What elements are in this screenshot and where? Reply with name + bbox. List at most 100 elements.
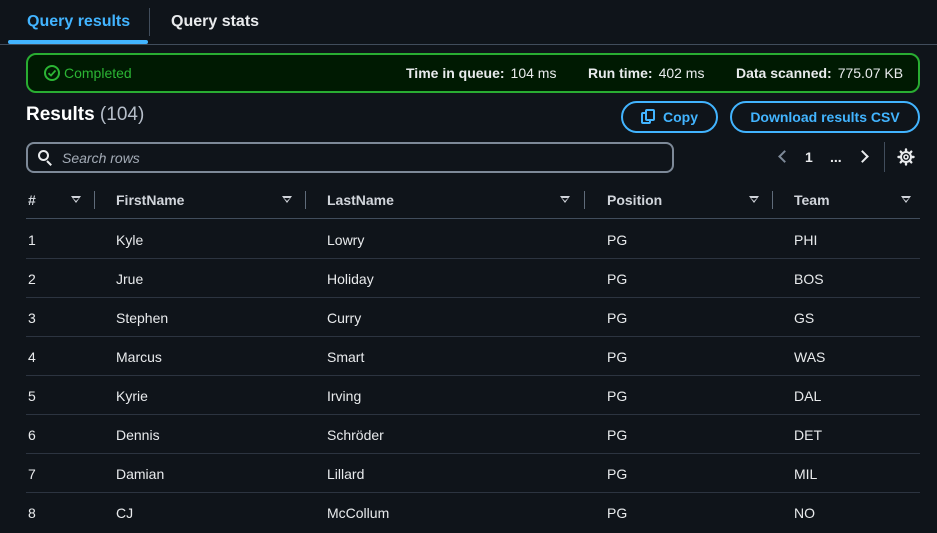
table-header: # FirstName LastName Position Team xyxy=(26,181,920,219)
data-scanned-label: Data scanned: xyxy=(736,65,832,81)
cell-firstname: Stephen xyxy=(116,310,169,326)
cell-firstname: Damian xyxy=(116,466,165,482)
table-row: 4 Marcus Smart PG WAS xyxy=(26,337,920,376)
cell-index: 1 xyxy=(28,232,36,248)
search-input[interactable] xyxy=(62,144,662,171)
cell-index: 5 xyxy=(28,388,36,404)
cell-index: 2 xyxy=(28,271,36,287)
cell-lastname: Lillard xyxy=(327,466,365,482)
cell-firstname: Dennis xyxy=(116,427,160,443)
sort-icon[interactable] xyxy=(749,196,759,203)
results-count: (104) xyxy=(99,104,145,125)
gear-icon xyxy=(897,148,915,166)
run-time-value: 402 ms xyxy=(658,65,705,81)
cell-team: GS xyxy=(794,310,815,326)
status-text: Completed xyxy=(64,65,132,81)
column-header-index[interactable]: # xyxy=(28,181,36,219)
cell-position: PG xyxy=(607,349,628,365)
search-icon xyxy=(38,150,52,166)
cell-index: 4 xyxy=(28,349,36,365)
cell-firstname: CJ xyxy=(116,505,134,521)
column-resizer[interactable] xyxy=(305,191,306,209)
cell-position: PG xyxy=(607,427,628,443)
sort-icon[interactable] xyxy=(901,196,911,203)
cell-lastname: Holiday xyxy=(327,271,374,287)
copy-button-label: Copy xyxy=(663,109,698,125)
cell-team: BOS xyxy=(794,271,824,287)
column-header-team[interactable]: Team xyxy=(794,181,830,219)
active-tab-indicator xyxy=(8,40,148,44)
data-scanned: Data scanned: 775.07 KB xyxy=(736,55,903,91)
copy-button[interactable]: Copy xyxy=(621,101,718,133)
cell-lastname: Smart xyxy=(327,349,365,365)
column-resizer[interactable] xyxy=(772,191,773,209)
current-page[interactable]: 1 xyxy=(805,146,813,168)
table-row: 7 Damian Lillard PG MIL xyxy=(26,454,920,493)
cell-position: PG xyxy=(607,232,628,248)
preferences-divider xyxy=(884,142,885,172)
table-row: 5 Kyrie Irving PG DAL xyxy=(26,376,920,415)
page-ellipsis: ... xyxy=(830,149,842,165)
cell-firstname: Jrue xyxy=(116,271,144,287)
sort-icon[interactable] xyxy=(560,196,570,203)
cell-team: PHI xyxy=(794,232,818,248)
cell-lastname: Lowry xyxy=(327,232,365,248)
next-page-button[interactable] xyxy=(856,146,872,168)
cell-firstname: Kyle xyxy=(116,232,144,248)
settings-button[interactable] xyxy=(897,148,915,166)
tab-query-stats[interactable]: Query stats xyxy=(171,0,259,44)
column-header-firstname[interactable]: FirstName xyxy=(116,181,184,219)
column-resizer[interactable] xyxy=(584,191,585,209)
table-row: 2 Jrue Holiday PG BOS xyxy=(26,259,920,298)
cell-index: 7 xyxy=(28,466,36,482)
cell-position: PG xyxy=(607,310,628,326)
sort-icon[interactable] xyxy=(282,196,292,203)
cell-index: 6 xyxy=(28,427,36,443)
cell-position: PG xyxy=(607,466,628,482)
cell-lastname: McCollum xyxy=(327,505,390,521)
chevron-left-icon xyxy=(778,150,791,163)
tab-query-results[interactable]: Query results xyxy=(27,0,130,44)
cell-team: NO xyxy=(794,505,815,521)
cell-firstname: Marcus xyxy=(116,349,162,365)
query-status-banner: Completed Time in queue: 104 ms Run time:… xyxy=(26,53,920,93)
run-time: Run time: 402 ms xyxy=(588,55,704,91)
table-row: 6 Dennis Schröder PG DET xyxy=(26,415,920,454)
chevron-right-icon xyxy=(856,150,869,163)
sort-icon[interactable] xyxy=(71,196,81,203)
column-header-position[interactable]: Position xyxy=(607,181,662,219)
results-heading: Results (104) xyxy=(26,104,144,126)
time-in-queue-label: Time in queue: xyxy=(406,65,505,81)
search-box xyxy=(26,142,674,173)
results-title: Results xyxy=(26,104,95,125)
cell-team: WAS xyxy=(794,349,826,365)
cell-team: MIL xyxy=(794,466,818,482)
table-row: 8 CJ McCollum PG NO xyxy=(26,493,920,532)
check-circle-icon xyxy=(44,65,60,81)
copy-icon xyxy=(641,109,657,125)
status-indicator: Completed xyxy=(44,55,132,91)
cell-position: PG xyxy=(607,271,628,287)
results-tabs: Query results Query stats xyxy=(0,0,937,45)
column-header-lastname[interactable]: LastName xyxy=(327,181,394,219)
previous-page-button[interactable] xyxy=(776,146,791,168)
cell-lastname: Schröder xyxy=(327,427,384,443)
download-csv-label: Download results CSV xyxy=(750,109,900,125)
cell-position: PG xyxy=(607,388,628,404)
cell-firstname: Kyrie xyxy=(116,388,148,404)
data-scanned-value: 775.07 KB xyxy=(837,65,904,81)
cell-position: PG xyxy=(607,505,628,521)
tab-divider xyxy=(149,8,150,36)
cell-lastname: Irving xyxy=(327,388,362,404)
time-in-queue-value: 104 ms xyxy=(510,65,557,81)
table-row: 1 Kyle Lowry PG PHI xyxy=(26,220,920,259)
cell-team: DAL xyxy=(794,388,822,404)
cell-lastname: Curry xyxy=(327,310,362,326)
table-row: 3 Stephen Curry PG GS xyxy=(26,298,920,337)
cell-index: 3 xyxy=(28,310,36,326)
cell-index: 8 xyxy=(28,505,36,521)
download-csv-button[interactable]: Download results CSV xyxy=(730,101,920,133)
time-in-queue: Time in queue: 104 ms xyxy=(406,55,556,91)
column-resizer[interactable] xyxy=(94,191,95,209)
cell-team: DET xyxy=(794,427,822,443)
